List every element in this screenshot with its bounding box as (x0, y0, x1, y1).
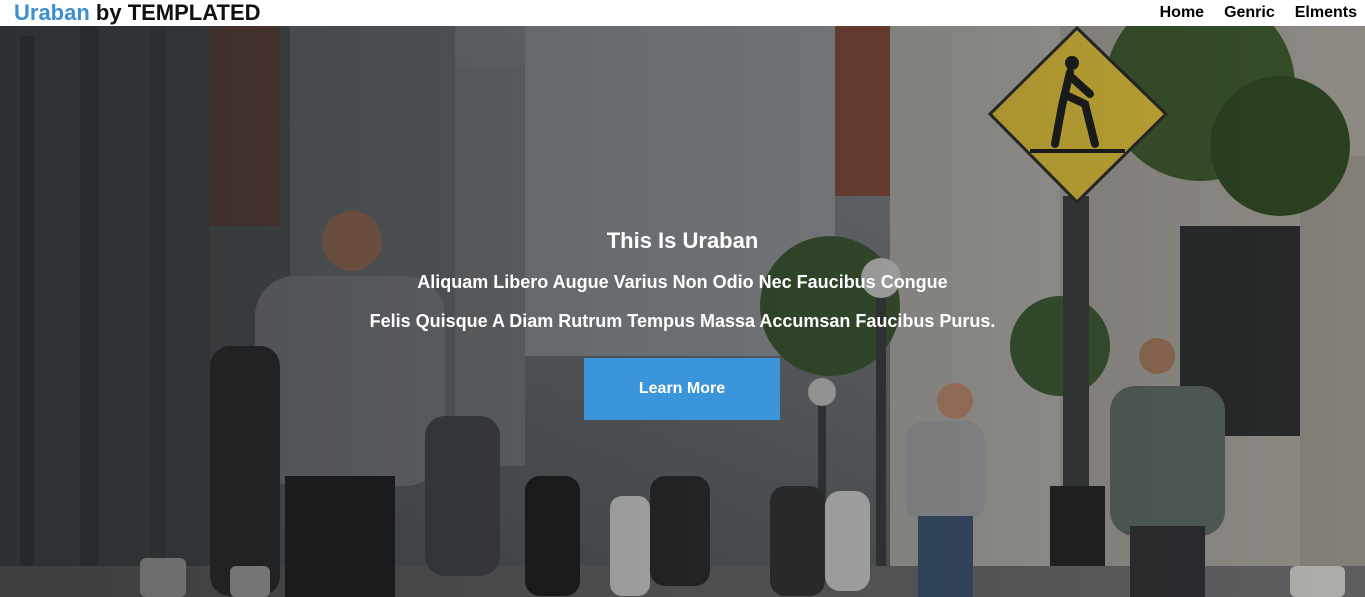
nav-elements-link[interactable]: Elments (1295, 4, 1357, 22)
logo-byline[interactable]: by TEMPLATED (90, 0, 261, 25)
learn-more-button[interactable]: Learn More (584, 358, 780, 420)
nav-generic-link[interactable]: Genric (1224, 4, 1275, 22)
main-nav: Home Genric Elments (1160, 0, 1357, 26)
hero-content: This Is Uraban Aliquam Libero Augue Vari… (0, 26, 1365, 597)
hero-title: This Is Uraban (606, 228, 759, 253)
site-header: Uraban by TEMPLATED Home Genric Elments (0, 0, 1365, 26)
hero-banner: This Is Uraban Aliquam Libero Augue Vari… (0, 26, 1365, 597)
logo-brand[interactable]: Uraban (14, 0, 90, 25)
hero-subtitle-2: Felis Quisque A Diam Rutrum Tempus Massa… (369, 311, 996, 331)
hero-subtitle-1: Aliquam Libero Augue Varius Non Odio Nec… (417, 272, 948, 292)
site-logo[interactable]: Uraban by TEMPLATED (14, 0, 261, 26)
nav-home-link[interactable]: Home (1160, 4, 1204, 22)
